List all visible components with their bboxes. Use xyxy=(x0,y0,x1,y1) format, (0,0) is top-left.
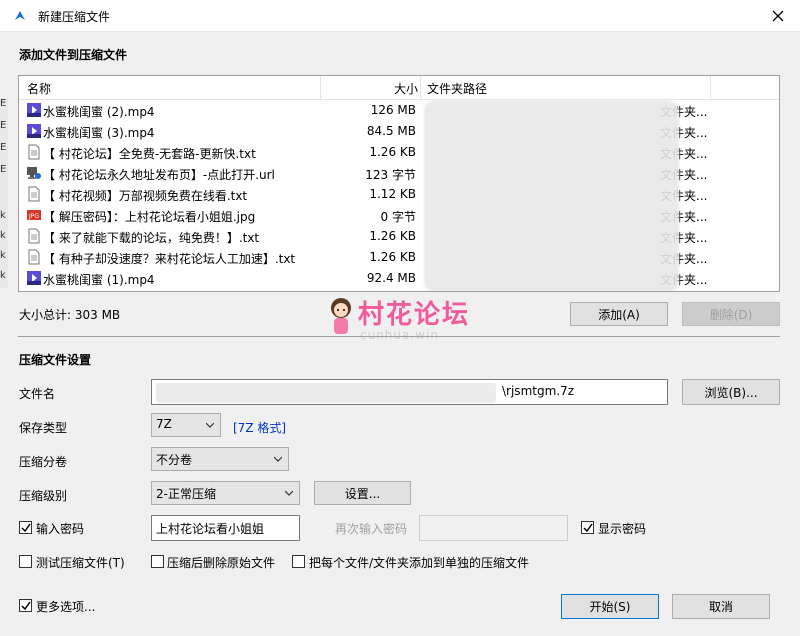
chevron-down-icon xyxy=(274,456,282,462)
delete-after-checkbox[interactable] xyxy=(151,555,164,568)
more-options-label[interactable]: 更多选项... xyxy=(36,598,95,615)
chevron-down-icon xyxy=(285,490,293,496)
file-size: 126 MB xyxy=(370,103,416,117)
show-password-label[interactable]: 显示密码 xyxy=(598,520,646,537)
section-divider xyxy=(18,336,780,337)
more-options-checkbox[interactable] xyxy=(19,599,32,612)
separate-archives-checkbox[interactable] xyxy=(292,555,305,568)
separate-archives-label[interactable]: 把每个文件/文件夹添加到单独的压缩文件 xyxy=(309,554,529,571)
chevron-down-icon xyxy=(206,422,214,428)
text-file-icon xyxy=(26,144,42,160)
file-name: 【 村花论坛】全免费-无套路-更新快.txt xyxy=(43,147,256,161)
file-name: 【 来了就能下载的论坛，纯免费！】.txt xyxy=(43,231,260,245)
column-header-path[interactable]: 文件夹路径 xyxy=(427,80,487,97)
title-bar: 新建压缩文件 xyxy=(0,0,800,32)
column-divider[interactable] xyxy=(420,76,421,100)
file-size: 123 字节 xyxy=(365,168,416,182)
background-window-strip: E E E E k k k k xyxy=(0,98,8,288)
level-value: 2-正常压缩 xyxy=(156,487,216,501)
background-char: E xyxy=(0,164,7,175)
file-name: 水蜜桃闺蜜 (3).mp4 xyxy=(43,126,155,140)
settings-section-heading: 压缩文件设置 xyxy=(19,353,92,367)
files-section-heading: 添加文件到压缩文件 xyxy=(19,48,128,62)
file-name: 【 有种子却没速度？来村花论坛人工加速】.txt xyxy=(43,252,296,266)
jpg-file-icon: JPG xyxy=(26,207,42,223)
window-title: 新建压缩文件 xyxy=(38,10,111,24)
column-divider[interactable] xyxy=(320,76,321,100)
file-name: 【 解压密码】：上村花论坛看小姐姐.jpg xyxy=(43,210,256,224)
app-icon xyxy=(12,8,28,24)
watermark-subtitle: cunhua.win xyxy=(360,328,439,342)
browse-button[interactable]: 浏览(B)... xyxy=(682,379,780,405)
file-name: 水蜜桃闺蜜 (2).mp4 xyxy=(43,105,155,119)
password-confirm-field[interactable] xyxy=(419,515,568,541)
filename-label: 文件名 xyxy=(19,387,56,401)
background-char: E xyxy=(0,98,7,109)
file-size: 84.5 MB xyxy=(366,124,416,138)
redacted-path-area xyxy=(424,100,679,291)
checkmark-icon xyxy=(21,523,31,533)
text-file-icon xyxy=(26,186,42,202)
column-header-size[interactable]: 大小 xyxy=(394,80,418,97)
level-select[interactable]: 2-正常压缩 xyxy=(151,481,300,505)
girl-mascot-icon xyxy=(331,298,351,334)
file-size: 1.26 KB xyxy=(369,250,416,264)
text-file-icon xyxy=(26,228,42,244)
show-password-checkbox[interactable] xyxy=(581,521,594,534)
file-name: 【 村花论坛永久地址发布页】-点此打开.url xyxy=(43,168,275,182)
svg-text:JPG: JPG xyxy=(28,213,39,220)
level-label: 压缩级别 xyxy=(19,489,68,503)
column-divider[interactable] xyxy=(710,76,711,100)
filename-value: \rjsmtgm.7z xyxy=(502,384,575,398)
url-file-icon xyxy=(26,165,42,181)
table-header: 名称 大小 文件夹路径 xyxy=(19,76,779,100)
total-size-label: 大小总计: 303 MB xyxy=(19,308,121,322)
background-char: k xyxy=(0,230,6,241)
file-size: 0 字节 xyxy=(380,210,416,224)
volume-label: 压缩分卷 xyxy=(19,455,68,469)
text-file-icon xyxy=(26,249,42,265)
save-type-select[interactable]: 7Z xyxy=(151,413,221,437)
column-header-name[interactable]: 名称 xyxy=(27,80,51,97)
password-confirm-label: 再次输入密码 xyxy=(335,522,408,536)
background-char: k xyxy=(0,250,6,261)
filename-field[interactable]: \rjsmtgm.7z xyxy=(151,379,668,405)
cancel-button[interactable]: 取消 xyxy=(672,594,770,619)
password-field[interactable]: 上村花论坛看小姐姐 xyxy=(151,515,300,541)
file-size: 1.26 KB xyxy=(369,229,416,243)
watermark-title: 村花论坛 xyxy=(358,300,471,330)
save-type-label: 保存类型 xyxy=(19,421,68,435)
checkmark-icon xyxy=(583,523,593,533)
video-file-icon xyxy=(26,123,42,139)
start-button[interactable]: 开始(S) xyxy=(561,594,659,619)
file-name: 【 村花视频】万部视频免费在线看.txt xyxy=(43,189,248,203)
file-name: 水蜜桃闺蜜 (1).mp4 xyxy=(43,273,155,287)
test-archive-checkbox[interactable] xyxy=(19,555,32,568)
background-char: E xyxy=(0,142,7,153)
password-label[interactable]: 输入密码 xyxy=(36,520,84,537)
file-table[interactable]: 名称 大小 文件夹路径 水蜜桃闺蜜 (2).mp4 126 MB 文件夹... 水蜜桃… xyxy=(18,75,780,292)
video-file-icon xyxy=(26,102,42,118)
volume-select[interactable]: 不分卷 xyxy=(151,447,289,471)
close-button[interactable] xyxy=(756,0,800,32)
close-icon xyxy=(772,10,784,22)
add-button[interactable]: 添加(A) xyxy=(570,302,668,326)
password-checkbox[interactable] xyxy=(19,521,32,534)
redacted-path xyxy=(156,383,496,403)
volume-value: 不分卷 xyxy=(156,453,193,467)
test-archive-label[interactable]: 测试压缩文件(T) xyxy=(36,554,125,571)
background-char: k xyxy=(0,210,6,221)
checkmark-icon xyxy=(21,601,31,611)
delete-after-label[interactable]: 压缩后删除原始文件 xyxy=(167,554,275,571)
video-file-icon xyxy=(26,270,42,286)
file-size: 1.26 KB xyxy=(369,145,416,159)
save-type-value: 7Z xyxy=(156,417,172,431)
background-char: k xyxy=(0,270,6,281)
format-link[interactable]: [7Z 格式] xyxy=(233,419,286,436)
file-size: 92.4 MB xyxy=(366,271,416,285)
background-char: E xyxy=(0,120,7,131)
settings-button[interactable]: 设置... xyxy=(314,481,411,505)
delete-button[interactable]: 删除(D) xyxy=(682,302,780,326)
file-size: 1.12 KB xyxy=(369,187,416,201)
